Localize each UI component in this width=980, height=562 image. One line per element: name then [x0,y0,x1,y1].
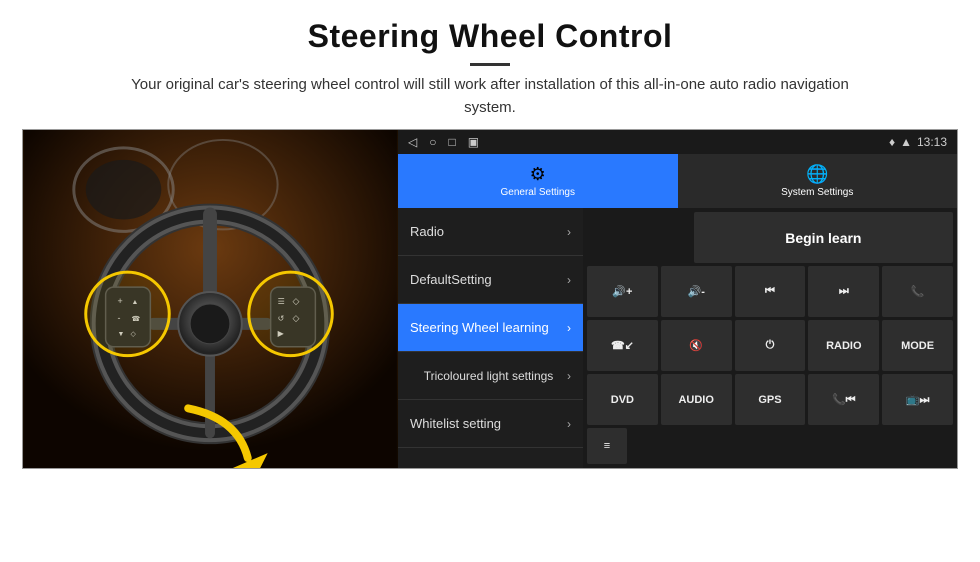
vol-up-icon: 🔊+ [612,285,632,298]
menu-item-default-label: DefaultSetting [410,272,567,287]
menu-item-tricoloured[interactable]: Tricoloured light settings › [398,352,583,400]
radio-label: RADIO [826,340,861,352]
mute-icon: 🔇 [689,339,703,352]
screenshot-icon[interactable]: ▣ [468,135,479,149]
menu-item-whitelist[interactable]: Whitelist setting › [398,400,583,448]
tab-system-label: System Settings [781,187,853,198]
chevron-right-icon: › [567,225,571,239]
wifi-icon: ▲ [900,135,912,149]
dvd-label: DVD [611,394,634,406]
phone-icon: 📞 [911,285,925,298]
status-time: 13:13 [917,135,947,149]
vol-down-button[interactable]: 🔊- [661,266,732,317]
tab-system[interactable]: 🌐 System Settings [678,154,958,208]
tv-next-icon: 📺⏭ [906,393,930,407]
menu-item-radio-label: Radio [410,224,567,239]
menu-icon-button[interactable]: ≡ [587,428,627,464]
location-icon: ♦ [889,135,895,149]
page-header: Steering Wheel Control Your original car… [0,0,980,129]
vol-down-icon: 🔊- [688,285,705,298]
phone-prev-button[interactable]: 📞⏮ [808,374,879,425]
power-icon: ⏻ [766,339,775,352]
mode-button[interactable]: MODE [882,320,953,371]
menu-item-steering-label: Steering Wheel learning [410,320,567,335]
menu-item-tricoloured-label: Tricoloured light settings [410,369,567,383]
next-icon: ⏭ [839,285,849,298]
vol-up-button[interactable]: 🔊+ [587,266,658,317]
chevron-right-icon: › [567,273,571,287]
btn-row-4: ≡ [587,428,953,464]
menu-list: Radio › DefaultSetting › Steering Wheel … [398,208,583,468]
steering-bg: + ▲ - ☎ ▼ ◇ ☰ ◇ ↺ ◇ ▶ [23,130,398,468]
power-button[interactable]: ⏻ [735,320,806,371]
btn-row-2: ☎↙ 🔇 ⏻ RADIO MODE [587,320,953,371]
page-subtitle: Your original car's steering wheel contr… [130,74,850,119]
row4-spacer [630,428,953,464]
gps-button[interactable]: GPS [735,374,806,425]
audio-button[interactable]: AUDIO [661,374,732,425]
content-area: + ▲ - ☎ ▼ ◇ ☰ ◇ ↺ ◇ ▶ [22,129,958,469]
button-grid: Begin learn 🔊+ 🔊- ⏮ ⏭ [583,208,957,468]
phone-button[interactable]: 📞 [882,266,953,317]
mute-button[interactable]: 🔇 [661,320,732,371]
btn-row-1: 🔊+ 🔊- ⏮ ⏭ 📞 [587,266,953,317]
status-bar: ◁ ○ □ ▣ ♦ ▲ 13:13 [398,130,957,154]
radio-button[interactable]: RADIO [808,320,879,371]
hangup-icon: ☎↙ [611,339,634,352]
next-button[interactable]: ⏭ [808,266,879,317]
prev-icon: ⏮ [765,285,775,298]
tab-general-label: General Settings [501,187,576,198]
gear-icon: ⚙ [530,164,546,185]
steering-wheel-image: + ▲ - ☎ ▼ ◇ ☰ ◇ ↺ ◇ ▶ [23,130,398,468]
prev-button[interactable]: ⏮ [735,266,806,317]
tv-next-button[interactable]: 📺⏭ [882,374,953,425]
menu-list-icon: ≡ [604,440,610,452]
back-icon[interactable]: ◁ [408,135,417,149]
tab-general[interactable]: ⚙ General Settings [398,154,678,208]
begin-learn-button[interactable]: Begin learn [694,212,953,263]
audio-label: AUDIO [678,394,713,406]
phone-prev-icon: 📞⏮ [832,393,856,407]
chevron-right-icon: › [567,321,571,335]
steering-wheel-svg: + ▲ - ☎ ▼ ◇ ☰ ◇ ↺ ◇ ▶ [23,130,398,468]
chevron-right-icon: › [567,369,571,383]
home-icon[interactable]: ○ [429,135,436,149]
status-right: ♦ ▲ 13:13 [889,135,947,149]
tab-bar: ⚙ General Settings 🌐 System Settings [398,154,957,208]
dvd-button[interactable]: DVD [587,374,658,425]
title-divider [470,63,510,66]
page-title: Steering Wheel Control [40,18,940,55]
menu-item-default[interactable]: DefaultSetting › [398,256,583,304]
gps-label: GPS [758,394,781,406]
chevron-right-icon: › [567,417,571,431]
menu-area: Radio › DefaultSetting › Steering Wheel … [398,208,957,468]
status-left: ◁ ○ □ ▣ [408,135,479,149]
mode-label: MODE [901,340,934,352]
menu-item-steering[interactable]: Steering Wheel learning › [398,304,583,352]
spacer [587,212,691,263]
menu-item-whitelist-label: Whitelist setting [410,416,567,431]
btn-row-3: DVD AUDIO GPS 📞⏮ 📺⏭ [587,374,953,425]
hangup-button[interactable]: ☎↙ [587,320,658,371]
btn-row-0: Begin learn [587,212,953,263]
globe-icon: 🌐 [806,164,828,185]
android-ui: ◁ ○ □ ▣ ♦ ▲ 13:13 ⚙ General Settings 🌐 S… [398,130,957,468]
menu-item-radio[interactable]: Radio › [398,208,583,256]
recent-icon[interactable]: □ [448,135,455,149]
